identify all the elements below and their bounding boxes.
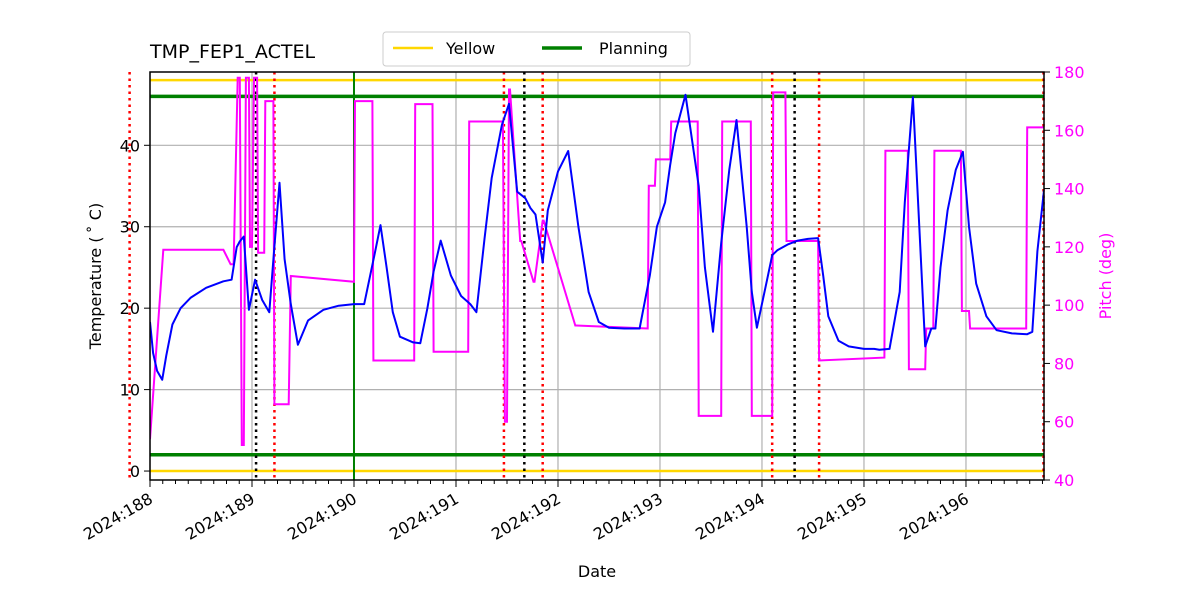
y2-axis-label: Pitch (deg) [1096,233,1115,320]
y2-tick-label: 120 [1054,238,1085,257]
legend-label-yellow: Yellow [445,39,495,58]
chart: 2024:188 2024:189 2024:190 2024:191 2024:192… [0,0,1200,600]
y-tick-label: 20 [120,299,140,318]
x-axis-label: Date [578,562,616,581]
y2-tick-label: 80 [1054,354,1074,373]
y2-tick-label: 140 [1054,180,1085,199]
y-tick-label: 40 [120,136,140,155]
y-tick-label: 10 [120,381,140,400]
y2-tick-label: 180 [1054,63,1085,82]
y2-tick-label: 160 [1054,121,1085,140]
y2-tick-label: 100 [1054,296,1085,315]
legend-label-planning: Planning [599,39,668,58]
legend: Yellow Planning [382,31,691,67]
y-axis-label: Temperature ( ˚ C) [86,203,105,350]
y-tick-label: 0 [130,462,140,481]
y-tick-label: 30 [120,218,140,237]
chart-title: TMP_FEP1_ACTEL [149,41,315,63]
y2-tick-label: 60 [1054,413,1074,432]
y2-tick-label: 40 [1054,471,1074,490]
